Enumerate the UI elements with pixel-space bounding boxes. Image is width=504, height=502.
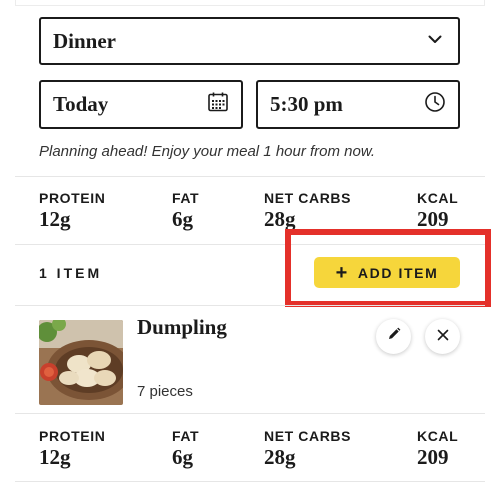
item-quantity: 7 pieces: [137, 383, 193, 400]
macro-label: KCAL: [417, 190, 459, 206]
chevron-down-icon: [426, 30, 444, 53]
divider: [15, 481, 485, 482]
clock-icon: [424, 91, 446, 118]
divider: [15, 305, 485, 306]
dumpling-image: [39, 320, 123, 405]
footer-protein: PROTEIN 12g: [39, 428, 105, 470]
footer-fat: FAT 6g: [172, 428, 199, 470]
pencil-icon: [387, 327, 401, 346]
item-count-label: 1 ITEM: [39, 265, 103, 281]
date-value: Today: [53, 92, 109, 116]
macro-label: NET CARBS: [264, 190, 352, 206]
edit-item-button[interactable]: [376, 319, 411, 354]
summary-net-carbs: NET CARBS 28g: [264, 190, 351, 232]
time-value: 5:30 pm: [270, 92, 343, 116]
footer-net-carbs: NET CARBS 28g: [264, 428, 351, 470]
macro-label: PROTEIN: [39, 190, 106, 206]
summary-kcal: KCAL 209: [417, 190, 458, 232]
time-field[interactable]: 5:30 pm: [256, 80, 460, 129]
summary-protein: PROTEIN 12g: [39, 190, 105, 232]
macro-value: 6g: [172, 207, 193, 231]
footer-kcal: KCAL 209: [417, 428, 458, 470]
macro-label: FAT: [172, 190, 200, 206]
meal-type-value: Dinner: [53, 28, 116, 53]
date-field[interactable]: Today: [39, 80, 243, 129]
remove-item-button[interactable]: [425, 319, 460, 354]
highlight-box: [285, 229, 491, 307]
divider: [15, 413, 485, 414]
macro-label: FAT: [172, 428, 200, 444]
planning-note: Planning ahead! Enjoy your meal 1 hour f…: [39, 143, 376, 160]
macro-label: KCAL: [417, 428, 459, 444]
divider: [15, 176, 485, 177]
macro-label: NET CARBS: [264, 428, 352, 444]
macro-value: 12g: [39, 445, 71, 469]
item-name: Dumpling: [137, 315, 227, 339]
calendar-icon: [207, 91, 229, 118]
close-icon: [437, 328, 449, 346]
macro-value: 209: [417, 445, 449, 469]
meal-type-select[interactable]: Dinner: [39, 17, 460, 65]
macro-value: 12g: [39, 207, 71, 231]
summary-fat: FAT 6g: [172, 190, 199, 232]
macro-value: 28g: [264, 445, 296, 469]
macro-value: 6g: [172, 445, 193, 469]
card-top-edge: [15, 0, 485, 6]
macro-label: PROTEIN: [39, 428, 106, 444]
